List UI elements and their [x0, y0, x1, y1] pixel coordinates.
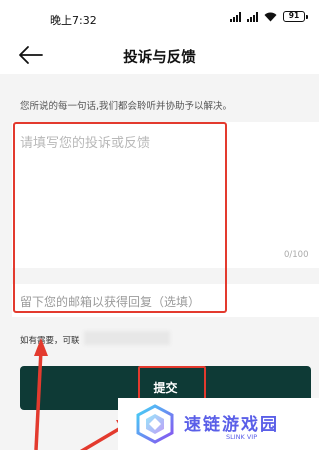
battery-icon: 91 — [283, 11, 308, 22]
signal-icon-secondary — [247, 11, 258, 22]
char-counter: 0/100 — [284, 250, 309, 260]
blurred-contact-info — [84, 331, 170, 345]
page-title: 投诉与反馈 — [123, 50, 196, 66]
watermark-logo-icon — [136, 404, 174, 444]
status-time: 晚上7:32 — [50, 14, 97, 27]
watermark: 速链游戏园 SLINK VIP — [118, 398, 319, 450]
contact-note: 如有需要，可联 — [20, 336, 80, 346]
wifi-icon — [264, 12, 277, 21]
status-bar: 晚上7:32 91 — [0, 0, 319, 38]
nav-bar: 投诉与反馈 — [0, 38, 319, 74]
signal-icon — [230, 11, 241, 22]
watermark-title: 速链游戏园 — [184, 415, 279, 435]
intro-text: 您所说的每一句话,我们都会聆听并协助予以解决。 — [20, 101, 233, 112]
annotation-box-submit — [138, 366, 206, 402]
annotation-box-form — [13, 122, 227, 313]
watermark-subtitle: SLINK VIP — [226, 433, 258, 441]
status-icons: 91 — [230, 11, 308, 22]
